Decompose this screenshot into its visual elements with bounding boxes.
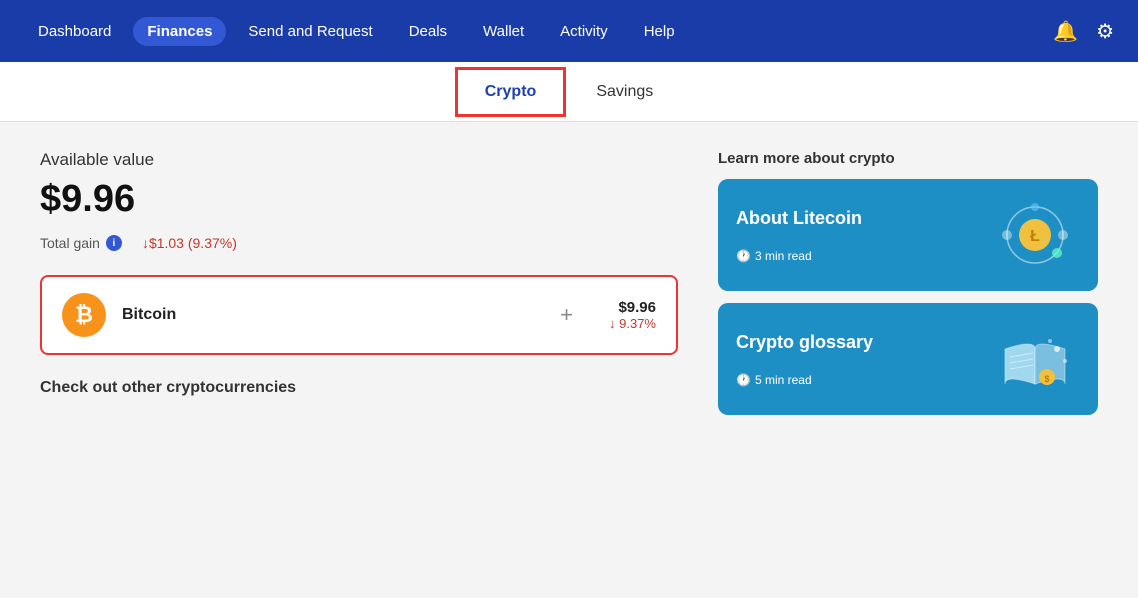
litecoin-card-time: 🕐 3 min read [736,249,862,263]
bitcoin-values: $9.96 ↓ 9.37% [609,299,656,331]
nav-item-send[interactable]: Send and Request [234,17,386,46]
nav-item-dashboard[interactable]: Dashboard [24,17,125,46]
nav-icons: 🔔 ⚙ [1053,19,1114,44]
total-gain-label: Total gain i [40,235,122,251]
svg-text:$: $ [1044,374,1049,384]
nav-item-wallet[interactable]: Wallet [469,17,538,46]
litecoin-card-text: About Litecoin 🕐 3 min read [736,208,862,263]
available-value-amount: $9.96 [40,178,678,221]
info-icon[interactable]: i [106,235,122,251]
bitcoin-name: Bitcoin [122,306,524,324]
nav-item-activity[interactable]: Activity [546,17,622,46]
nav-item-help[interactable]: Help [630,17,689,46]
glossary-card-text: Crypto glossary 🕐 5 min read [736,332,873,387]
learn-card-glossary[interactable]: Crypto glossary 🕐 5 min read [718,303,1098,415]
bitcoin-icon: ₿ [62,293,106,337]
bitcoin-card[interactable]: ₿ Bitcoin + $9.96 ↓ 9.37% [40,275,678,355]
available-value-label: Available value [40,150,678,170]
learn-card-litecoin[interactable]: About Litecoin 🕐 3 min read Ł [718,179,1098,291]
glossary-card-title: Crypto glossary [736,332,873,353]
gear-icon[interactable]: ⚙ [1096,19,1114,44]
clock-icon-2: 🕐 [736,373,751,387]
right-panel: Learn more about crypto About Litecoin 🕐… [718,150,1098,578]
left-panel: Available value $9.96 Total gain i ↓$1.0… [40,150,678,578]
total-gain-row: Total gain i ↓$1.03 (9.37%) [40,235,678,251]
subnav-savings[interactable]: Savings [566,67,683,117]
litecoin-illustration: Ł [990,195,1080,275]
main-content: Available value $9.96 Total gain i ↓$1.0… [0,122,1138,598]
top-nav: Dashboard Finances Send and Request Deal… [0,0,1138,62]
bitcoin-change: ↓ 9.37% [609,316,656,331]
bitcoin-add-button[interactable]: + [560,302,573,328]
total-gain-value: ↓$1.03 (9.37%) [142,235,237,251]
learn-title: Learn more about crypto [718,150,1098,167]
glossary-card-time: 🕐 5 min read [736,373,873,387]
nav-items: Dashboard Finances Send and Request Deal… [24,17,1053,46]
check-other-label: Check out other cryptocurrencies [40,379,678,397]
nav-item-deals[interactable]: Deals [395,17,461,46]
bitcoin-amount: $9.96 [609,299,656,316]
bell-icon[interactable]: 🔔 [1053,19,1078,44]
svg-text:Ł: Ł [1030,228,1040,245]
litecoin-card-title: About Litecoin [736,208,862,229]
glossary-illustration: $ [990,319,1080,399]
nav-item-finances[interactable]: Finances [133,17,226,46]
clock-icon: 🕐 [736,249,751,263]
subnav-crypto[interactable]: Crypto [455,67,567,117]
sub-nav: Crypto Savings [0,62,1138,122]
